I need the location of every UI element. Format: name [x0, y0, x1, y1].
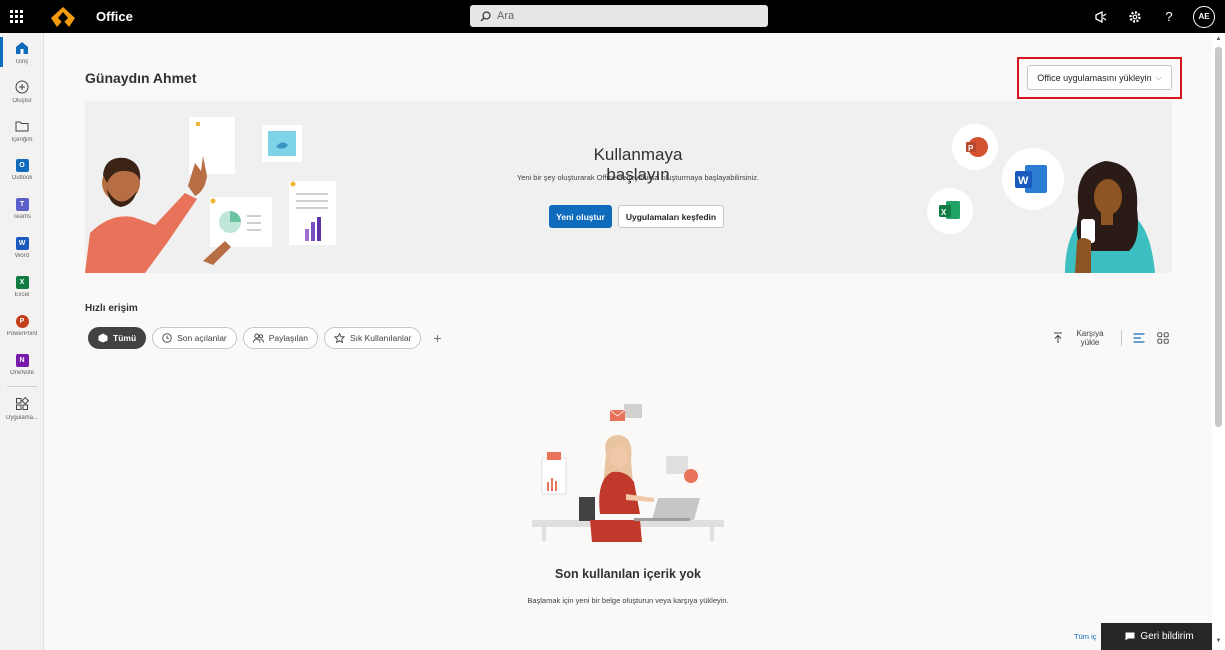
rail-item-word[interactable]: W Word — [0, 228, 44, 267]
rail-item-apps[interactable]: Uygulama... — [0, 389, 44, 428]
woman-illustration-icon: P W X — [927, 124, 1155, 273]
folder-icon — [14, 118, 30, 134]
filter-all-pill[interactable]: Tümü — [88, 327, 147, 349]
search-input[interactable] — [497, 10, 747, 22]
rail-item-outlook[interactable]: O Outlook — [0, 150, 44, 189]
rail-item-label: Outlook — [11, 174, 33, 181]
empty-state-illustration-icon — [532, 404, 724, 542]
upload-and-view-controls: Karşıya yükle — [1053, 329, 1170, 347]
all-content-link[interactable]: Tüm iç — [1074, 632, 1097, 641]
quick-access-title: Hızlı erişim — [85, 303, 138, 314]
app-name[interactable]: Office — [96, 9, 133, 24]
rail-item-create[interactable]: Oluştur — [0, 72, 44, 111]
filter-favorites-pill[interactable]: Sık Kullanılanlar — [323, 327, 422, 349]
rail-item-label: Teams — [13, 213, 31, 220]
powerpoint-icon: P — [15, 314, 29, 328]
hero-banner: Kullanmaya başlayın Yeni bir şey oluştur… — [85, 101, 1172, 273]
empty-state-title: Son kullanılan içerik yok — [555, 567, 701, 581]
rail-item-label: Oluştur — [12, 98, 32, 104]
gear-icon — [1129, 10, 1141, 23]
teams-icon: T — [15, 197, 29, 211]
rail-divider — [7, 386, 37, 387]
chevron-down-icon: ⌵ — [1155, 72, 1162, 82]
onenote-icon: N — [15, 353, 29, 367]
app-launcher-button[interactable] — [0, 0, 33, 33]
rail-item-label: Excel — [14, 291, 30, 298]
filter-label: Son açılanlar — [177, 333, 227, 343]
svg-text:X: X — [941, 208, 947, 217]
vertical-scrollbar[interactable]: ▲ ▼ — [1212, 33, 1225, 650]
list-view-icon — [1133, 333, 1145, 343]
upload-button[interactable]: Karşıya yükle — [1073, 329, 1107, 347]
office-cube-icon — [98, 333, 108, 343]
man-illustration-icon — [85, 117, 336, 273]
filter-label: Paylaşılan — [268, 333, 308, 343]
empty-state-subtitle: Başlamak için yeni bir belge oluşturun v… — [527, 596, 729, 605]
svg-text:P: P — [968, 144, 974, 153]
rail-item-label: İçeriğim — [11, 137, 33, 143]
svg-text:W: W — [1018, 175, 1029, 187]
create-new-button[interactable]: Yeni oluştur — [549, 205, 612, 228]
filter-shared-pill[interactable]: Paylaşılan — [242, 327, 318, 349]
filter-label: Sık Kullanılanlar — [349, 333, 412, 343]
people-icon — [252, 333, 264, 343]
filter-recent-pill[interactable]: Son açılanlar — [152, 327, 237, 349]
hero-subtitle: Yeni bir şey oluşturarak Office deneyimi… — [516, 173, 760, 182]
view-divider — [1121, 330, 1122, 346]
rail-item-label: Uygulama... — [5, 415, 38, 421]
explore-apps-button[interactable]: Uygulamaları keşfedin — [618, 205, 724, 228]
star-icon — [333, 333, 345, 343]
rail-item-home[interactable]: Giriş — [0, 33, 44, 72]
rail-item-excel[interactable]: X Excel — [0, 267, 44, 306]
rail-item-powerpoint[interactable]: P PowerPoint — [0, 306, 44, 345]
waffle-icon — [10, 10, 23, 23]
avatar[interactable]: AE — [1193, 5, 1215, 28]
left-navigation-rail: Giriş Oluştur İçeriğim O Outlook T Teams… — [0, 33, 44, 650]
chat-bubble-icon — [1125, 632, 1135, 641]
rail-item-my-content[interactable]: İçeriğim — [0, 111, 44, 150]
home-icon — [14, 40, 30, 56]
upload-arrow-icon[interactable] — [1053, 332, 1063, 344]
rail-item-teams[interactable]: T Teams — [0, 189, 44, 228]
excel-icon: X — [15, 275, 29, 289]
search-icon — [480, 10, 491, 21]
help-button[interactable]: ? — [1159, 7, 1179, 27]
add-filter-plus-icon[interactable]: + — [433, 330, 441, 346]
feedback-label: Geri bildirim — [1140, 631, 1194, 642]
filter-pills: Tümü Son açılanlar Paylaşılan Sık Kullan… — [88, 327, 442, 349]
company-logo-icon[interactable] — [50, 6, 76, 28]
settings-button[interactable] — [1125, 7, 1145, 27]
top-bar: Office ? AE — [0, 0, 1225, 33]
scroll-down-arrow-icon[interactable]: ▼ — [1214, 638, 1223, 647]
megaphone-icon — [1095, 10, 1107, 23]
whats-new-button[interactable] — [1091, 7, 1111, 27]
scrollbar-thumb[interactable] — [1215, 47, 1222, 427]
rail-item-label: OneNote — [9, 369, 34, 376]
word-icon: W — [15, 236, 29, 250]
install-highlight-box: Office uygulamasını yükleyin ⌵ — [1017, 57, 1182, 99]
install-office-button[interactable]: Office uygulamasını yükleyin ⌵ — [1027, 65, 1172, 90]
rail-item-onenote[interactable]: N OneNote — [0, 345, 44, 384]
upload-label-line-2: yükle — [1080, 338, 1100, 347]
filter-label: Tümü — [113, 333, 137, 343]
greeting-title: Günaydın Ahmet — [85, 70, 197, 86]
grid-view-icon — [1157, 332, 1169, 344]
rail-item-label: Word — [14, 252, 30, 259]
install-office-label: Office uygulamasını yükleyin — [1037, 72, 1152, 83]
list-view-button[interactable] — [1132, 331, 1146, 345]
grid-view-button[interactable] — [1156, 331, 1170, 345]
rail-item-label: Giriş — [15, 59, 29, 65]
outlook-icon: O — [15, 158, 29, 172]
clock-icon — [162, 333, 172, 343]
scroll-up-arrow-icon[interactable]: ▲ — [1214, 36, 1223, 45]
upload-label-line-1: Karşıya — [1076, 329, 1104, 338]
search-box[interactable] — [470, 5, 768, 27]
apps-icon — [14, 396, 30, 412]
feedback-button[interactable]: Geri bildirim — [1101, 623, 1218, 650]
rail-item-label: PowerPoint — [6, 330, 38, 337]
plus-circle-icon — [14, 79, 30, 95]
